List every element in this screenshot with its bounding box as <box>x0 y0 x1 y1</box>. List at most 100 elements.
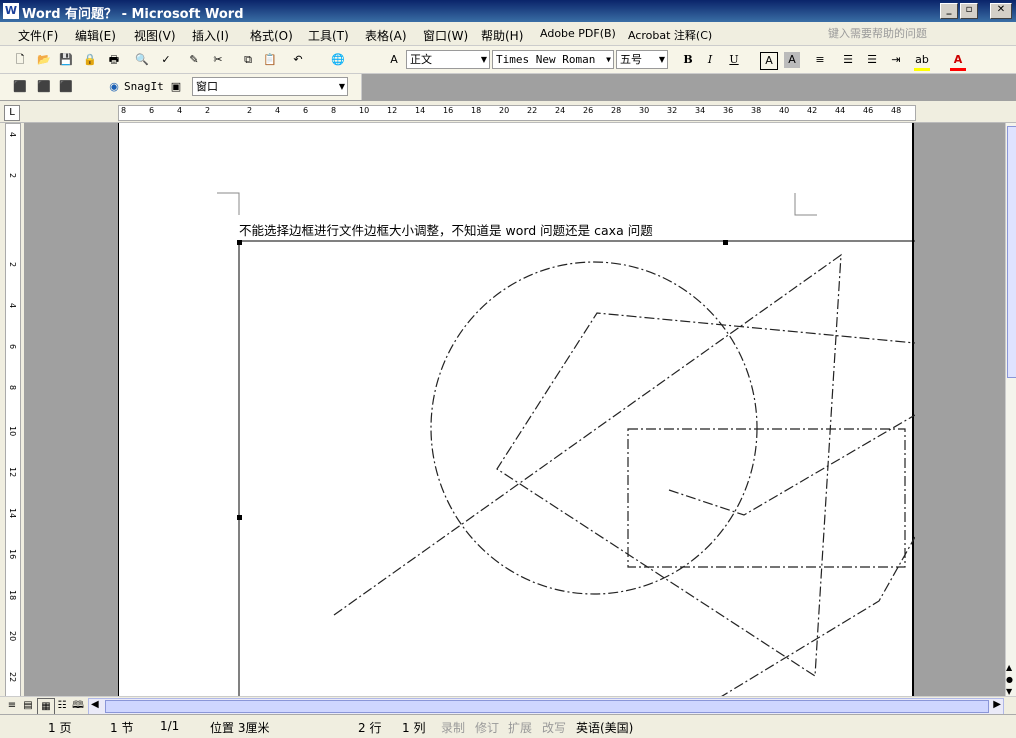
vertical-scrollbar[interactable]: ▲ ● ▼ <box>1005 123 1016 696</box>
snagit-window-icon[interactable]: ▣ <box>168 79 184 95</box>
font-color-button[interactable]: A <box>950 52 966 71</box>
menu-window[interactable]: 窗口(W) <box>423 27 468 44</box>
status-overtype[interactable]: 改写 <box>542 719 566 736</box>
vertical-ruler-tick-label: 4 <box>8 132 17 138</box>
menu-edit[interactable]: 编辑(E) <box>75 27 116 44</box>
menu-help[interactable]: 帮助(H) <box>481 27 523 44</box>
snagit-label[interactable]: SnagIt <box>124 80 164 93</box>
window-title: Word 有问题？ - Microsoft Word <box>22 7 244 22</box>
ruler-tick-label: 20 <box>499 106 510 115</box>
permission-icon[interactable]: 🔒 <box>82 52 98 68</box>
tab-stop-selector[interactable]: L <box>4 105 20 121</box>
ruler-tick-label: 10 <box>359 106 370 115</box>
standard-toolbar: 🗋 📂 💾 🔒 🖶 🔍 ✓ ✎ ✂ ⧉ 📋 ↶ 🌐 A 正文 ▼ Times Ne… <box>0 46 1016 74</box>
menu-acrobat-comments[interactable]: Acrobat 注释(C) <box>628 27 712 43</box>
status-track-changes[interactable]: 修订 <box>475 719 499 736</box>
horizontal-scroll-thumb[interactable] <box>105 700 989 713</box>
undo-icon[interactable]: ↶ <box>290 52 306 68</box>
drawing-canvas <box>217 192 915 696</box>
drawing-line-a <box>668 414 915 516</box>
print-preview-icon[interactable]: 🔍 <box>134 52 150 68</box>
font-combo[interactable]: Times New Roman ▼ <box>492 50 614 69</box>
bold-button[interactable]: B <box>680 52 696 68</box>
hyperlink-icon[interactable]: 🌐 <box>330 52 346 68</box>
vertical-ruler-tick-label: 2 <box>8 173 17 179</box>
ruler-tick-label: 4 <box>177 106 183 115</box>
minimize-button[interactable]: _ <box>940 3 958 19</box>
styles-icon[interactable]: A <box>386 52 402 68</box>
chevron-down-icon: ▼ <box>658 55 665 64</box>
cut-icon[interactable]: ✂ <box>210 52 226 68</box>
help-search-input[interactable]: 键入需要帮助的问题 <box>828 25 1008 42</box>
document-paragraph[interactable]: 不能选择边框进行文件边框大小调整，不知道是 word 问题还是 caxa 问题 <box>239 220 653 239</box>
vertical-ruler-tick-label: 14 <box>8 508 17 519</box>
italic-button[interactable]: I <box>702 52 718 68</box>
horizontal-scrollbar[interactable]: ◀ ▶ <box>88 698 1004 715</box>
snagit-window-combo[interactable]: 窗口 ▼ <box>192 77 348 96</box>
snagit-icon[interactable]: ◉ <box>106 79 122 95</box>
paste-icon[interactable]: 📋 <box>262 52 278 68</box>
font-size-combo[interactable]: 五号 ▼ <box>616 50 668 69</box>
scroll-left-icon[interactable]: ◀ <box>91 699 99 710</box>
ruler-tick-label: 8 <box>331 106 337 115</box>
indent-icon[interactable]: ⇥ <box>888 52 904 68</box>
ruler-tick-label: 18 <box>471 106 482 115</box>
new-document-icon[interactable]: 🗋 <box>12 52 28 68</box>
status-language: 英语(美国) <box>576 721 634 735</box>
menu-table[interactable]: 表格(A) <box>365 27 407 44</box>
char-border-icon[interactable]: A <box>760 52 778 70</box>
reading-view-icon[interactable]: 🕮 <box>70 698 86 714</box>
style-combo[interactable]: 正文 ▼ <box>406 50 490 69</box>
bullets-icon[interactable]: ☰ <box>864 52 880 68</box>
object-frame <box>238 240 915 696</box>
underline-button[interactable]: U <box>726 52 742 68</box>
word-app-icon[interactable]: W <box>3 3 19 19</box>
pdf-email-icon[interactable]: ⬛ <box>36 79 52 95</box>
numbering-icon[interactable]: ☰ <box>840 52 856 68</box>
document-area: 不能选择边框进行文件边框大小调整，不知道是 word 问题还是 caxa 问题 <box>24 123 1006 696</box>
save-icon[interactable]: 💾 <box>58 52 74 68</box>
ruler-tick-label: 2 <box>205 106 211 115</box>
menu-adobe-pdf[interactable]: Adobe PDF(B) <box>540 27 616 40</box>
horizontal-ruler[interactable]: L 8 6 4 2 2 4 6 8 10 12 14 16 18 20 22 24 26 28 30 32 34 36 38… <box>0 101 1016 123</box>
maximize-button[interactable]: ▫ <box>960 3 978 19</box>
highlight-icon[interactable]: ab <box>914 52 930 71</box>
char-shading-icon[interactable]: A <box>784 52 800 68</box>
browse-object-icon[interactable]: ● <box>1006 675 1013 684</box>
web-view-icon[interactable]: ▤ <box>20 698 36 714</box>
outline-view-icon[interactable]: ☷ <box>54 698 70 714</box>
status-line: 2 行 <box>358 721 382 735</box>
spell-check-icon[interactable]: ✓ <box>158 52 174 68</box>
vertical-ruler-tick-label: 16 <box>8 549 17 560</box>
vertical-ruler-tick-label: 4 <box>8 303 17 309</box>
open-folder-icon[interactable]: 📂 <box>36 52 52 68</box>
scroll-right-icon[interactable]: ▶ <box>993 699 1001 710</box>
vertical-ruler[interactable]: 4 2 2 4 6 8 10 12 14 16 18 20 22 <box>0 123 24 698</box>
ruler-tick-label: 16 <box>443 106 454 115</box>
prev-page-icon[interactable]: ▲ <box>1006 663 1012 672</box>
menu-file[interactable]: 文件(F) <box>18 27 58 44</box>
menu-view[interactable]: 视图(V) <box>134 27 176 44</box>
close-button[interactable]: ✕ <box>990 3 1012 19</box>
vertical-ruler-tick-label: 2 <box>8 262 17 268</box>
next-page-icon[interactable]: ▼ <box>1006 687 1012 696</box>
print-icon[interactable]: 🖶 <box>106 52 122 68</box>
pdf-convert-icon[interactable]: ⬛ <box>12 79 28 95</box>
page[interactable]: 不能选择边框进行文件边框大小调整，不知道是 word 问题还是 caxa 问题 <box>118 123 915 696</box>
ruler-tick-label: 2 <box>247 106 253 115</box>
research-icon[interactable]: ✎ <box>186 52 202 68</box>
copy-icon[interactable]: ⧉ <box>240 52 256 68</box>
vertical-ruler-bar: 4 2 2 4 6 8 10 12 14 16 18 20 22 <box>5 123 21 698</box>
vertical-scroll-thumb[interactable] <box>1007 126 1016 378</box>
ruler-tick-label: 28 <box>611 106 622 115</box>
menu-tools[interactable]: 工具(T) <box>308 27 349 44</box>
status-extend[interactable]: 扩展 <box>508 719 532 736</box>
title-bar: W Word 有问题？ - Microsoft Word _ ▫ ✕ <box>0 0 1016 22</box>
menu-format[interactable]: 格式(O) <box>250 27 293 44</box>
ruler-tick-label: 4 <box>275 106 281 115</box>
pdf-review-icon[interactable]: ⬛ <box>58 79 74 95</box>
menu-insert[interactable]: 插入(I) <box>192 27 229 44</box>
status-record[interactable]: 录制 <box>441 719 465 736</box>
normal-view-icon[interactable]: ≡ <box>4 698 20 714</box>
align-justify-icon[interactable]: ≡ <box>812 52 828 68</box>
